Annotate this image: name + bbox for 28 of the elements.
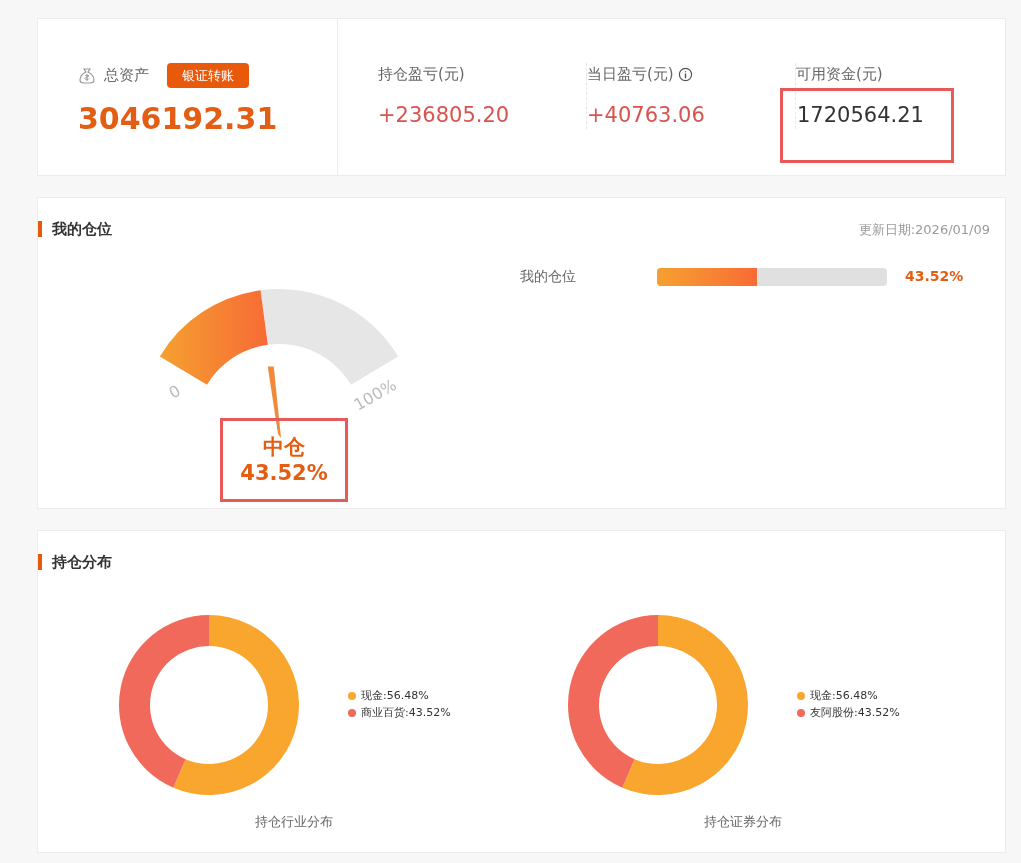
section-title: 持仓分布: [52, 552, 112, 573]
legend-label: 现金:56.48%: [361, 687, 429, 704]
stat-value: +40763.06: [587, 101, 706, 129]
gauge-min-label: 0: [165, 380, 184, 402]
title-marker: [38, 221, 42, 238]
title-marker: [38, 554, 42, 571]
stat-label: 当日盈亏(元): [587, 64, 674, 85]
update-date: 更新日期:2026/01/09: [858, 220, 990, 239]
info-icon[interactable]: [677, 66, 693, 82]
gauge-reading: 43.52%: [240, 459, 328, 486]
chart-caption: 持仓行业分布: [255, 812, 333, 831]
total-assets-label: 总资产: [104, 65, 149, 87]
stat-label: 可用资金(元): [796, 64, 883, 85]
stat-value: 1720564.21: [780, 87, 954, 163]
gauge-needle: [267, 366, 281, 438]
bar-label: 我的仓位: [520, 266, 577, 286]
section-title: 我的仓位: [52, 219, 112, 240]
stat-label: 持仓盈亏(元): [378, 64, 465, 85]
legend-label: 商业百货:43.52%: [361, 705, 451, 721]
legend-label: 友阿股份:43.52%: [810, 705, 900, 721]
money-bag-icon: [78, 66, 96, 85]
chart-caption: 持仓证券分布: [704, 812, 782, 831]
gauge-status: 中仓: [263, 433, 305, 460]
stat-value: +236805.20: [378, 101, 511, 129]
legend-label: 现金:56.48%: [810, 687, 878, 704]
total-assets-value: 3046192.31: [78, 100, 279, 138]
transfer-button[interactable]: 银证转账: [167, 63, 249, 88]
bar-reading: 43.52%: [905, 266, 964, 286]
